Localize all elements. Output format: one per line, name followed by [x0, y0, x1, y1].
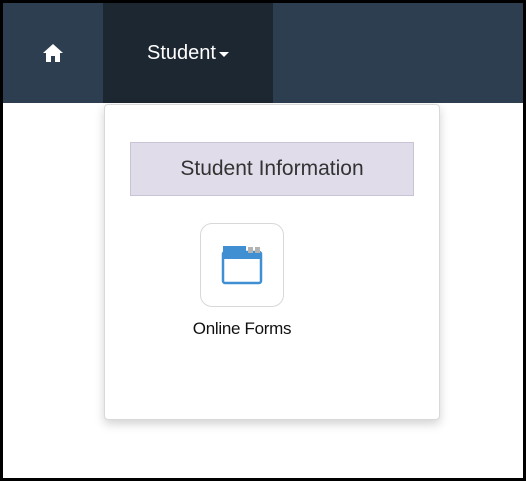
- online-forms-tile[interactable]: [200, 223, 284, 307]
- caret-down-icon: [218, 52, 229, 57]
- student-dropdown-menu: Student Information Online Forms: [104, 104, 440, 420]
- home-icon: [43, 44, 63, 62]
- student-menu-label: Student: [147, 41, 216, 64]
- online-forms-label[interactable]: Online Forms: [145, 319, 339, 339]
- home-button[interactable]: [3, 3, 103, 103]
- section-header-student-information: Student Information: [130, 142, 414, 196]
- section-title: Student Information: [180, 157, 364, 180]
- navbar: Student: [3, 3, 523, 103]
- window-icon: [221, 246, 263, 285]
- student-menu-toggle[interactable]: Student: [103, 3, 273, 103]
